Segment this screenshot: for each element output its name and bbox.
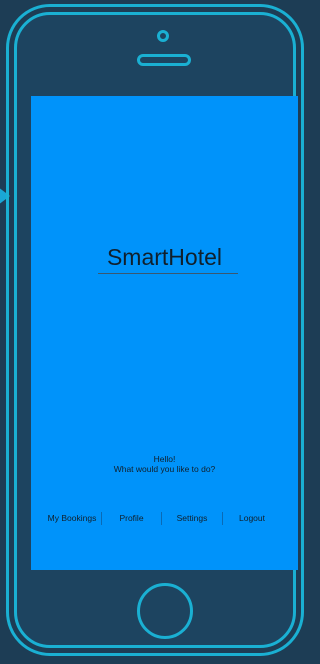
nav-logout[interactable]: Logout (223, 513, 281, 523)
page: SmartHotel Hello! What would you like to… (0, 0, 316, 664)
greeting-hello: Hello! (153, 454, 176, 464)
app-title: SmartHotel (106, 244, 223, 270)
nav-my-bookings[interactable]: My Bookings (43, 513, 101, 523)
camera-icon (157, 30, 169, 42)
home-button-icon[interactable] (137, 583, 193, 639)
bottom-nav: My Bookings Profile Settings Logout (43, 511, 289, 525)
greeting: Hello! What would you like to do? (31, 454, 298, 474)
title-underline (98, 273, 238, 274)
nav-settings[interactable]: Settings (162, 513, 222, 523)
speaker-icon (137, 54, 191, 66)
nav-profile[interactable]: Profile (102, 513, 161, 523)
app-screen: SmartHotel Hello! What would you like to… (31, 96, 298, 570)
greeting-question: What would you like to do? (113, 464, 216, 474)
